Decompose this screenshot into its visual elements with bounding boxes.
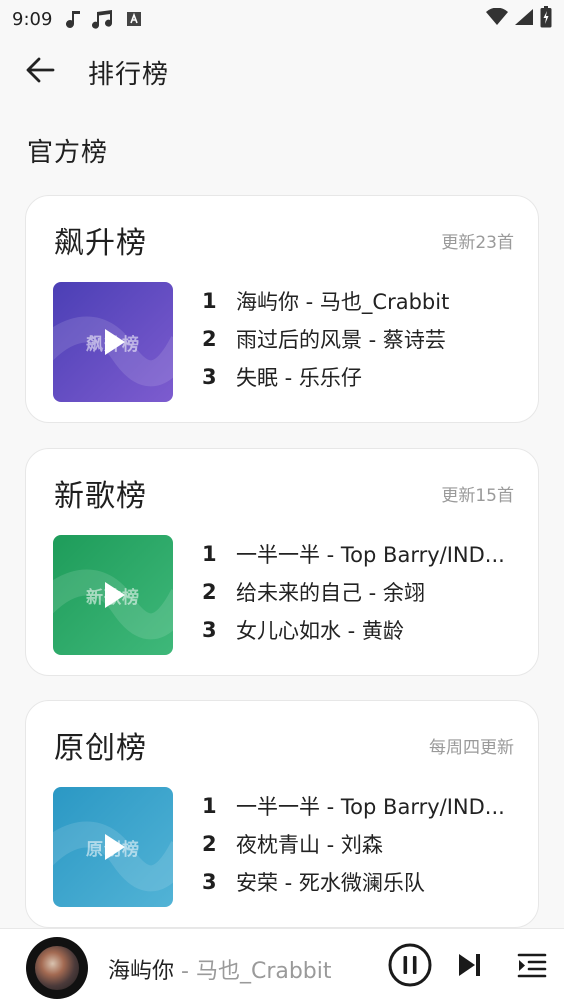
music-notes-icon [92,9,114,29]
list-item: 3 失眠 - 乐乐仔 [202,358,518,396]
track-list: 1 海屿你 - 马也_Crabbit 2 雨过后的风景 - 蔡诗芸 3 失眠 - 乐乐… [202,282,518,396]
queue-list-icon [517,952,547,982]
track-title: 失眠 - 乐乐仔 [236,366,362,390]
skip-next-icon [456,951,484,983]
track-rank: 1 [202,542,217,566]
status-bar: 9:09 [0,0,564,38]
now-playing-separator: - [174,959,196,984]
track-rank: 3 [202,365,217,389]
album-disc[interactable] [26,937,88,999]
back-button[interactable] [0,38,80,106]
now-playing-song: 海屿你 [108,959,175,984]
chart-name: 飙升榜 [54,226,147,261]
pause-icon [387,942,433,992]
track-title: 夜枕青山 - 刘森 [236,833,383,857]
chart-update-info: 更新23首 [441,233,514,253]
pause-button[interactable] [386,943,434,991]
music-note-icon [66,9,82,29]
track-title: 女儿心如水 - 黄龄 [236,619,404,643]
track-rank: 1 [202,289,217,313]
now-playing-artist: 马也_Crabbit [195,959,332,984]
track-rank: 3 [202,870,217,894]
chart-card-new-songs[interactable]: 新歌榜 更新15首 新歌榜 1 一半一半 - Top Barry/IND... 2… [25,448,539,676]
track-rank: 3 [202,618,217,642]
section-title: 官方榜 [27,138,109,168]
status-time: 9:09 [12,8,53,30]
list-item: 1 海屿你 - 马也_Crabbit [202,282,518,320]
track-title: 给未来的自己 - 余翊 [236,581,425,605]
chart-cover[interactable]: 飙升榜 [53,282,173,402]
album-art [35,946,79,990]
app-bar: 排行榜 [0,38,564,106]
track-rank: 2 [202,832,217,856]
play-icon [103,327,127,361]
track-title: 雨过后的风景 - 蔡诗芸 [236,328,446,352]
chart-update-info: 更新15首 [441,486,514,506]
track-title: 安荣 - 死水微澜乐队 [236,871,425,895]
chart-cover[interactable]: 原创榜 [53,787,173,907]
chart-update-info: 每周四更新 [429,738,514,758]
list-item: 2 给未来的自己 - 余翊 [202,573,518,611]
chart-cover[interactable]: 新歌榜 [53,535,173,655]
list-item: 1 一半一半 - Top Barry/IND... [202,535,518,573]
track-rank: 1 [202,794,217,818]
track-list: 1 一半一半 - Top Barry/IND... 2 给未来的自己 - 余翊 3女… [202,535,518,649]
track-list: 1 一半一半 - Top Barry/IND... 2 夜枕青山 - 刘森 3 安荣 … [202,787,518,901]
list-item: 3 女儿心如水 - 黄龄 [202,611,518,649]
next-button[interactable] [446,943,494,991]
arrow-left-icon [25,56,55,88]
chart-name: 新歌榜 [54,479,147,514]
track-title: 海屿你 - 马也_Crabbit [236,290,450,314]
track-title: 一半一半 - Top Barry/IND... [236,795,505,819]
list-item: 2 雨过后的风景 - 蔡诗芸 [202,320,518,358]
page-title: 排行榜 [88,59,170,90]
now-playing-title[interactable]: 海屿你 - 马也_Crabbit [108,953,332,985]
track-title: 一半一半 - Top Barry/IND... [236,543,505,567]
track-rank: 2 [202,580,217,604]
list-item: 3 安荣 - 死水微澜乐队 [202,863,518,901]
chart-card-soaring[interactable]: 飙升榜 更新23首 飙升榜 1 海屿你 - 马也_Crabbit 2 雨过后的风景 … [25,195,539,423]
list-item: 2 夜枕青山 - 刘森 [202,825,518,863]
chart-card-original[interactable]: 原创榜 每周四更新 原创榜 1 一半一半 - Top Barry/IND... 2… [25,700,539,928]
chart-name: 原创榜 [54,731,147,766]
battery-icon [540,6,552,32]
signal-icon [514,8,534,30]
wifi-icon [486,7,508,30]
track-rank: 2 [202,327,217,351]
play-icon [103,580,127,614]
list-item: 1 一半一半 - Top Barry/IND... [202,787,518,825]
playlist-button[interactable] [508,943,556,991]
play-icon [103,832,127,866]
app-a-icon [126,11,142,27]
mini-player[interactable]: 海屿你 - 马也_Crabbit [0,928,564,1004]
